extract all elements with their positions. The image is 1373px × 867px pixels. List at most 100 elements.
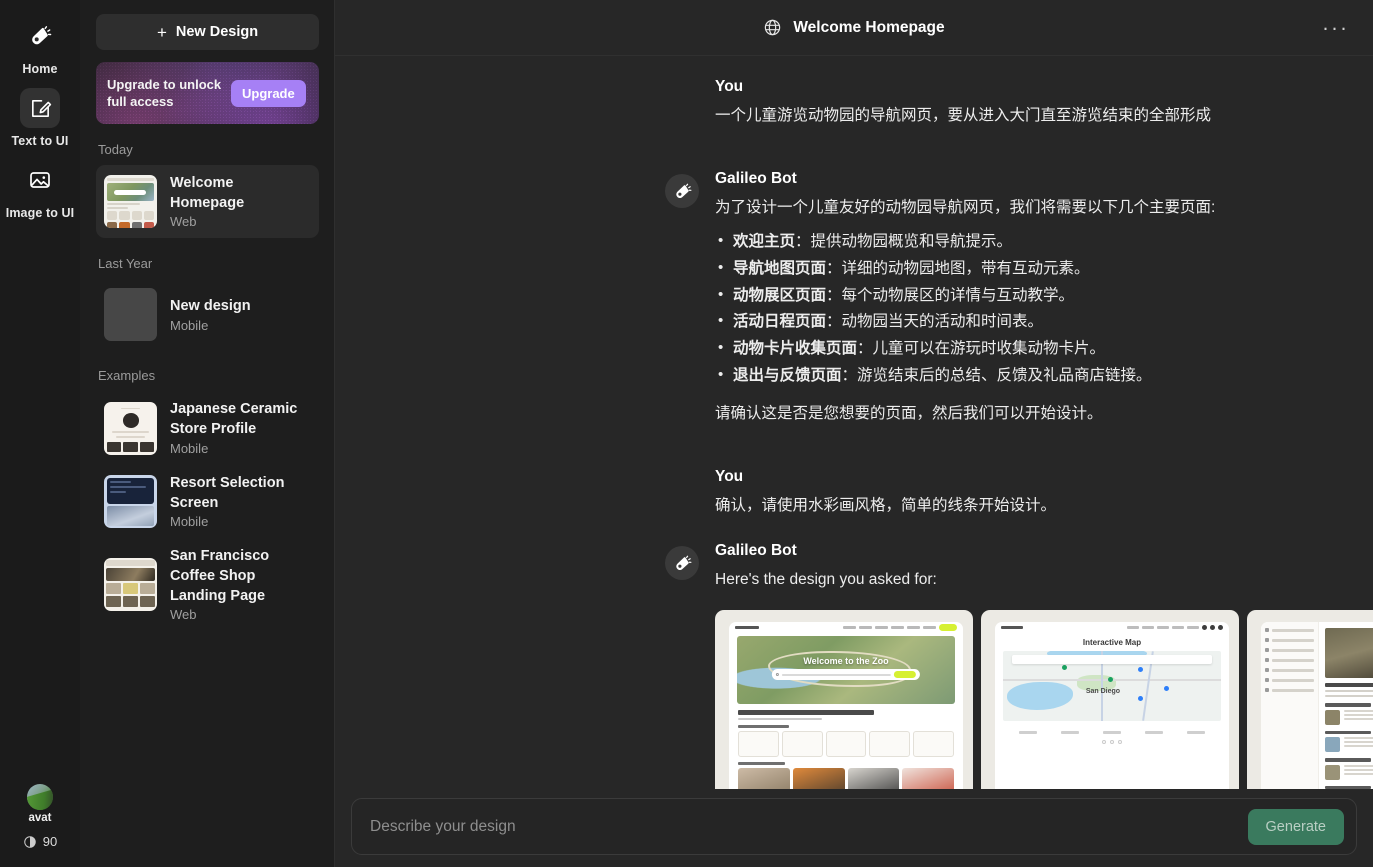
credits-indicator[interactable]: 90 (23, 834, 57, 849)
message-body: Galileo Bot 为了设计一个儿童友好的动物园导航网页，我们将需要以下几个… (715, 170, 1349, 426)
list-item: 活动日程页面：动物园当天的活动和时间表。 (715, 308, 1349, 336)
chat-message-bot-2: Galileo Bot Here's the design you asked … (335, 542, 1373, 826)
message-text: 一个儿童游览动物园的导航网页，要从进入大门直至游览结束的全部形成 (715, 107, 1212, 124)
list-item-rest: ：详细的动物园地图，带有互动元素。 (826, 259, 1090, 277)
credits-value: 90 (42, 834, 58, 849)
list-item-bold: 动物展区页面 (733, 286, 827, 304)
main-panel: Welcome Homepage ··· You 一个儿童游览动物园的导航网页，… (335, 0, 1373, 867)
group-label-today: Today (98, 142, 133, 157)
group-label-examples: Examples (98, 368, 156, 384)
project-texts: Resort Selection Screen Mobile (170, 474, 311, 529)
project-title: New design (170, 298, 251, 315)
project-texts: New design Mobile (170, 297, 251, 333)
list-item-rest: ：每个动物展区的详情与互动教学。 (826, 286, 1075, 304)
upgrade-banner[interactable]: Upgrade to unlock full access Upgrade (96, 62, 319, 124)
pencil-square-icon (20, 88, 60, 128)
preview-title: Interactive Map (1082, 638, 1142, 648)
new-design-button[interactable]: + New Design (96, 14, 319, 50)
project-title: Welcome Homepage (170, 175, 245, 211)
project-subtitle: Web (170, 607, 197, 623)
project-subtitle: Mobile (170, 514, 209, 530)
preview-navbar (729, 622, 963, 632)
project-subtitle: Mobile (170, 317, 209, 333)
message-speaker: You (715, 78, 744, 95)
project-item-sf-coffee-shop[interactable]: San Francisco Coffee Shop Landing Page W… (96, 538, 319, 631)
generate-button[interactable]: Generate (1247, 808, 1344, 845)
preview-map: San Diego (1003, 651, 1221, 722)
upgrade-text: Upgrade to unlock full access (107, 76, 222, 109)
message-speaker: Galileo Bot (715, 170, 797, 188)
list-item: 退出与反馈页面：游览结束后的总结、反馈及礼品商店链接。 (715, 362, 1349, 390)
project-item-welcome-homepage[interactable]: Welcome Homepage Web (96, 165, 319, 239)
chat-messages: You 一个儿童游览动物园的导航网页，要从进入大门直至游览结束的全部形成 Gal… (335, 56, 1373, 867)
ellipsis-icon[interactable]: ··· (1318, 15, 1353, 40)
rail-label-text-to-ui: Text to UI (11, 134, 69, 148)
project-item-new-design[interactable]: New design Mobile (96, 279, 319, 350)
project-title: Resort Selection Screen (170, 474, 285, 511)
rail-label-home: Home (22, 62, 58, 76)
page-title: Welcome Homepage (793, 18, 945, 36)
preview-map-label: San Diego (1085, 687, 1121, 695)
message-body: You 确认，请使用水彩画风格，简单的线条开始设计。 (715, 468, 1349, 518)
rail-item-image-to-ui[interactable]: Image to UI (0, 160, 80, 220)
rail-item-text-to-ui[interactable]: Text to UI (0, 88, 80, 148)
list-item-rest: ：提供动物园概览和导航提示。 (795, 233, 1013, 251)
plus-icon: + (156, 22, 167, 42)
message-text: 确认，请使用水彩画风格，简单的线条开始设计。 (715, 497, 1057, 515)
project-texts: Japanese Ceramic Store Profile Mobile (170, 400, 311, 455)
account-name: avat (28, 812, 52, 824)
composer-area: Generate (335, 790, 1373, 867)
globe-icon (765, 19, 781, 36)
project-item-japanese-ceramic[interactable]: Japanese Ceramic Store Profile Mobile (96, 391, 319, 464)
rail-account-area: avat 90 (0, 784, 80, 849)
avatar[interactable] (27, 784, 53, 810)
new-design-label: New Design (175, 24, 259, 40)
preview-navbar (995, 622, 1229, 632)
list-item-bold: 欢迎主页 (733, 233, 796, 251)
project-texts: Welcome Homepage Web (170, 174, 311, 229)
list-item: 欢迎主页：提供动物园概览和导航提示。 (715, 228, 1349, 256)
group-label-last-year: Last Year (98, 256, 153, 272)
project-title: San Francisco Coffee Shop Landing Page (170, 548, 270, 604)
chat-scroll-area[interactable]: You 一个儿童游览动物园的导航网页，要从进入大门直至游览结束的全部形成 Gal… (335, 56, 1373, 867)
list-item-rest: ：动物园当天的活动和时间表。 (826, 313, 1044, 331)
message-speaker: Galileo Bot (715, 542, 797, 560)
project-thumbnail (104, 175, 157, 229)
chat-message-user-1: You 一个儿童游览动物园的导航网页，要从进入大门直至游览结束的全部形成 (335, 78, 1373, 128)
list-item-bold: 导航地图页面 (733, 259, 827, 277)
projects-sidebar: + New Design Upgrade to unlock full acce… (80, 0, 335, 867)
header-title-wrap: Welcome Homepage (763, 18, 945, 37)
project-thumbnail (104, 558, 157, 612)
chat-message-user-2: You 确认，请使用水彩画风格，简单的线条开始设计。 (335, 468, 1373, 518)
project-title: Japanese Ceramic Store Profile (170, 401, 298, 438)
message-text: 为了设计一个儿童友好的动物园导航网页，我们将需要以下几个主要页面: (715, 199, 1216, 217)
coin-icon (24, 835, 36, 848)
message-text: Here's the design you asked for: (715, 571, 937, 589)
project-texts: San Francisco Coffee Shop Landing Page W… (170, 547, 311, 622)
composer[interactable]: Generate (351, 798, 1357, 855)
describe-design-input[interactable] (370, 817, 1238, 836)
message-body: Galileo Bot Here's the design you asked … (715, 542, 1373, 826)
project-thumbnail (104, 475, 157, 529)
chat-message-bot-1: Galileo Bot 为了设计一个儿童友好的动物园导航网页，我们将需要以下几个… (335, 170, 1373, 426)
project-item-resort-selection[interactable]: Resort Selection Screen Mobile (96, 465, 319, 538)
list-item-bold: 活动日程页面 (733, 313, 827, 331)
list-item: 动物展区页面：每个动物展区的详情与互动教学。 (715, 282, 1349, 310)
list-item-bold: 退出与反馈页面 (733, 366, 842, 384)
rail-item-home[interactable]: Home (0, 16, 80, 76)
preview-hero-title: Welcome to the Zoo (803, 655, 889, 666)
bot-page-list: 欢迎主页：提供动物园概览和导航提示。 导航地图页面：详细的动物园地图，带有互动元… (715, 228, 1349, 390)
image-icon (20, 160, 60, 200)
list-item-rest: ：游览结束后的总结、反馈及礼品商店链接。 (841, 366, 1152, 384)
upgrade-button[interactable]: Upgrade (231, 79, 306, 107)
bot-avatar-comet-icon (665, 546, 699, 581)
message-speaker: You (715, 468, 744, 486)
main-header: Welcome Homepage ··· (335, 0, 1373, 56)
project-thumbnail (104, 401, 157, 455)
list-item-rest: ：儿童可以在游玩时收集动物卡片。 (857, 339, 1106, 357)
message-body: You 一个儿童游览动物园的导航网页，要从进入大门直至游览结束的全部形成 (715, 78, 1349, 128)
project-subtitle: Web (170, 214, 197, 230)
